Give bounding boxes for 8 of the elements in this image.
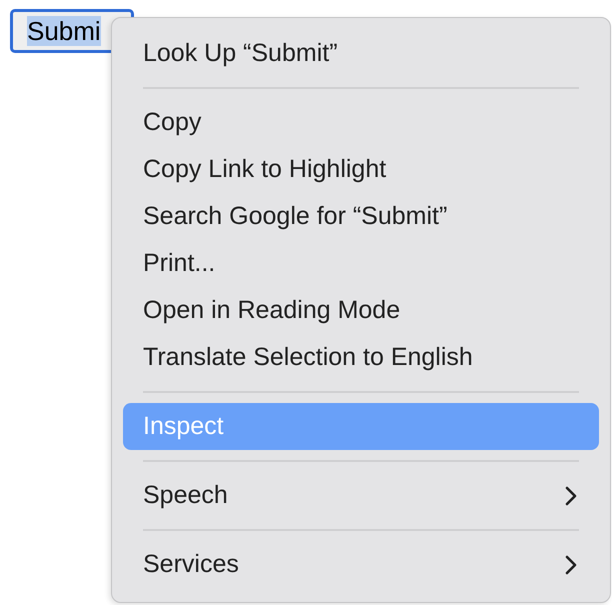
menu-item[interactable]: Services [123,541,599,588]
menu-item[interactable]: Speech [123,472,599,519]
menu-item[interactable]: Copy [123,99,599,146]
menu-item[interactable]: Translate Selection to English [123,334,599,381]
menu-item[interactable]: Search Google for “Submit” [123,193,599,240]
menu-item[interactable]: Copy Link to Highlight [123,146,599,193]
menu-item[interactable]: Print... [123,240,599,287]
menu-item[interactable]: Open in Reading Mode [123,287,599,334]
